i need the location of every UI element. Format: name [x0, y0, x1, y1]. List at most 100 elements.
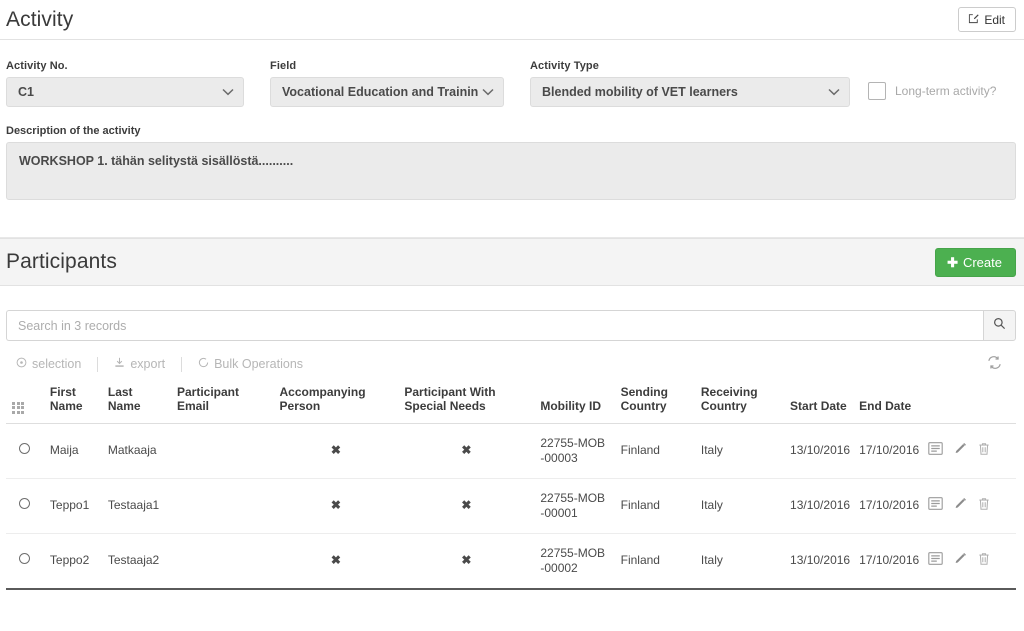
pencil-icon: [954, 552, 967, 569]
grid-icon: [12, 401, 24, 414]
cell-special-needs: ✖: [398, 533, 535, 590]
row-radio[interactable]: [19, 443, 31, 455]
row-edit-button[interactable]: [954, 497, 967, 514]
edit-button[interactable]: Edit: [958, 7, 1016, 32]
description-label: Description of the activity: [6, 125, 141, 137]
cell-receiving-country: Italy: [694, 423, 785, 479]
cell-mobility-id: 22755-MOB-00001: [534, 478, 615, 534]
cell-end-date: 17/10/2016: [853, 478, 923, 534]
search-button[interactable]: [983, 310, 1016, 341]
column-accompanying-person[interactable]: Accompanying Person: [273, 382, 399, 424]
activity-field-row: Activity No. C1 Field Vocational Educati…: [6, 60, 1016, 107]
pencil-square-icon: [968, 13, 979, 26]
activity-form: Activity No. C1 Field Vocational Educati…: [0, 40, 1024, 107]
trash-icon: [978, 442, 990, 460]
row-details-button[interactable]: [928, 552, 943, 569]
description-box[interactable]: WORKSHOP 1. tähän selitystä sisällöstä..…: [6, 142, 1016, 200]
row-edit-button[interactable]: [954, 552, 967, 569]
field-value: Vocational Education and Trainin: [282, 85, 479, 99]
row-select-cell[interactable]: [6, 423, 44, 479]
cell-end-date: 17/10/2016: [853, 423, 923, 479]
cell-actions: [922, 533, 1016, 590]
table-row[interactable]: Maija Matkaaja ✖ ✖ 22755-MOB-00003 Finla…: [6, 423, 1016, 479]
column-special-needs[interactable]: Participant With Special Needs: [398, 382, 535, 424]
export-label: export: [130, 357, 166, 371]
section-divider: [0, 222, 1024, 238]
activity-type-value: Blended mobility of VET learners: [542, 85, 738, 99]
row-select-cell[interactable]: [6, 533, 44, 590]
cell-mobility-id: 22755-MOB-00003: [534, 423, 615, 479]
row-edit-button[interactable]: [954, 442, 967, 459]
row-delete-button[interactable]: [978, 552, 990, 570]
field-label: Field: [270, 60, 297, 72]
participants-header-actions: ✚ Create: [935, 247, 1016, 277]
long-term-activity-group: Long-term activity?: [868, 82, 996, 100]
cell-last-name: Testaaja2: [101, 533, 171, 590]
cell-actions: [922, 478, 1016, 534]
table-head: First Name Last Name Participant Email A…: [6, 382, 1016, 424]
bulk-operations-button[interactable]: Bulk Operations: [198, 357, 303, 371]
activity-no-value: C1: [18, 85, 34, 99]
column-end-date[interactable]: End Date: [853, 382, 923, 424]
row-delete-button[interactable]: [978, 497, 990, 515]
column-grid-toggle[interactable]: [6, 382, 44, 424]
column-last-name[interactable]: Last Name: [101, 382, 171, 424]
activity-header-band: Activity Edit: [0, 0, 1024, 40]
create-button[interactable]: ✚ Create: [935, 247, 1016, 277]
export-button[interactable]: export: [114, 357, 165, 371]
cell-accompanying-person: ✖: [273, 478, 399, 534]
list-details-icon: [928, 442, 943, 459]
cell-participant-email: [170, 423, 274, 479]
field-select[interactable]: Vocational Education and Trainin: [270, 77, 504, 107]
row-details-button[interactable]: [928, 442, 943, 459]
activity-no-label: Activity No.: [6, 60, 68, 72]
table-row[interactable]: Teppo2 Testaaja2 ✖ ✖ 22755-MOB-00002 Fin…: [6, 533, 1016, 590]
toolbar-right-group: [987, 355, 1016, 373]
row-radio[interactable]: [19, 553, 31, 565]
cell-accompanying-person: ✖: [273, 533, 399, 590]
list-details-icon: [928, 552, 943, 569]
activity-type-select[interactable]: Blended mobility of VET learners: [530, 77, 850, 107]
field-field: Field Vocational Education and Trainin: [270, 60, 504, 107]
row-radio[interactable]: [19, 498, 31, 510]
column-first-name[interactable]: First Name: [43, 382, 102, 424]
search-bar: [0, 286, 1024, 341]
description-group: Description of the activity WORKSHOP 1. …: [0, 107, 1024, 200]
field-activity-no: Activity No. C1: [6, 60, 244, 107]
pencil-icon: [954, 497, 967, 514]
search-input[interactable]: [6, 310, 983, 341]
cell-first-name: Teppo1: [43, 478, 102, 534]
refresh-button[interactable]: [987, 355, 1002, 373]
column-receiving-country[interactable]: Receiving Country: [694, 382, 785, 424]
column-sending-country[interactable]: Sending Country: [614, 382, 695, 424]
cell-special-needs: ✖: [398, 423, 535, 479]
row-delete-button[interactable]: [978, 442, 990, 460]
chevron-down-icon: [828, 86, 840, 98]
column-mobility-id[interactable]: Mobility ID: [534, 382, 615, 424]
column-start-date[interactable]: Start Date: [784, 382, 854, 424]
long-term-activity-label: Long-term activity?: [895, 84, 997, 98]
cell-participant-email: [170, 533, 274, 590]
circle-icon: [198, 357, 209, 371]
row-details-button[interactable]: [928, 497, 943, 514]
selection-label: selection: [32, 357, 82, 371]
table-row[interactable]: Teppo1 Testaaja1 ✖ ✖ 22755-MOB-00001 Fin…: [6, 478, 1016, 534]
cell-end-date: 17/10/2016: [853, 533, 923, 590]
download-icon: [114, 357, 125, 371]
cell-mobility-id: 22755-MOB-00002: [534, 533, 615, 590]
toolbar-separator: [181, 356, 183, 372]
cell-receiving-country: Italy: [694, 533, 785, 590]
row-select-cell[interactable]: [6, 478, 44, 534]
plus-icon: ✚: [947, 254, 958, 270]
activity-header-actions: Edit: [958, 7, 1016, 32]
list-details-icon: [928, 497, 943, 514]
column-participant-email[interactable]: Participant Email: [170, 382, 274, 424]
cell-first-name: Teppo2: [43, 533, 102, 590]
pencil-icon: [954, 442, 967, 459]
cell-last-name: Testaaja1: [101, 478, 171, 534]
selection-button[interactable]: selection: [16, 357, 81, 371]
long-term-activity-checkbox[interactable]: [868, 82, 886, 100]
field-activity-type: Activity Type Blended mobility of VET le…: [530, 60, 850, 107]
cell-last-name: Matkaaja: [101, 423, 171, 479]
activity-no-select[interactable]: C1: [6, 77, 244, 107]
